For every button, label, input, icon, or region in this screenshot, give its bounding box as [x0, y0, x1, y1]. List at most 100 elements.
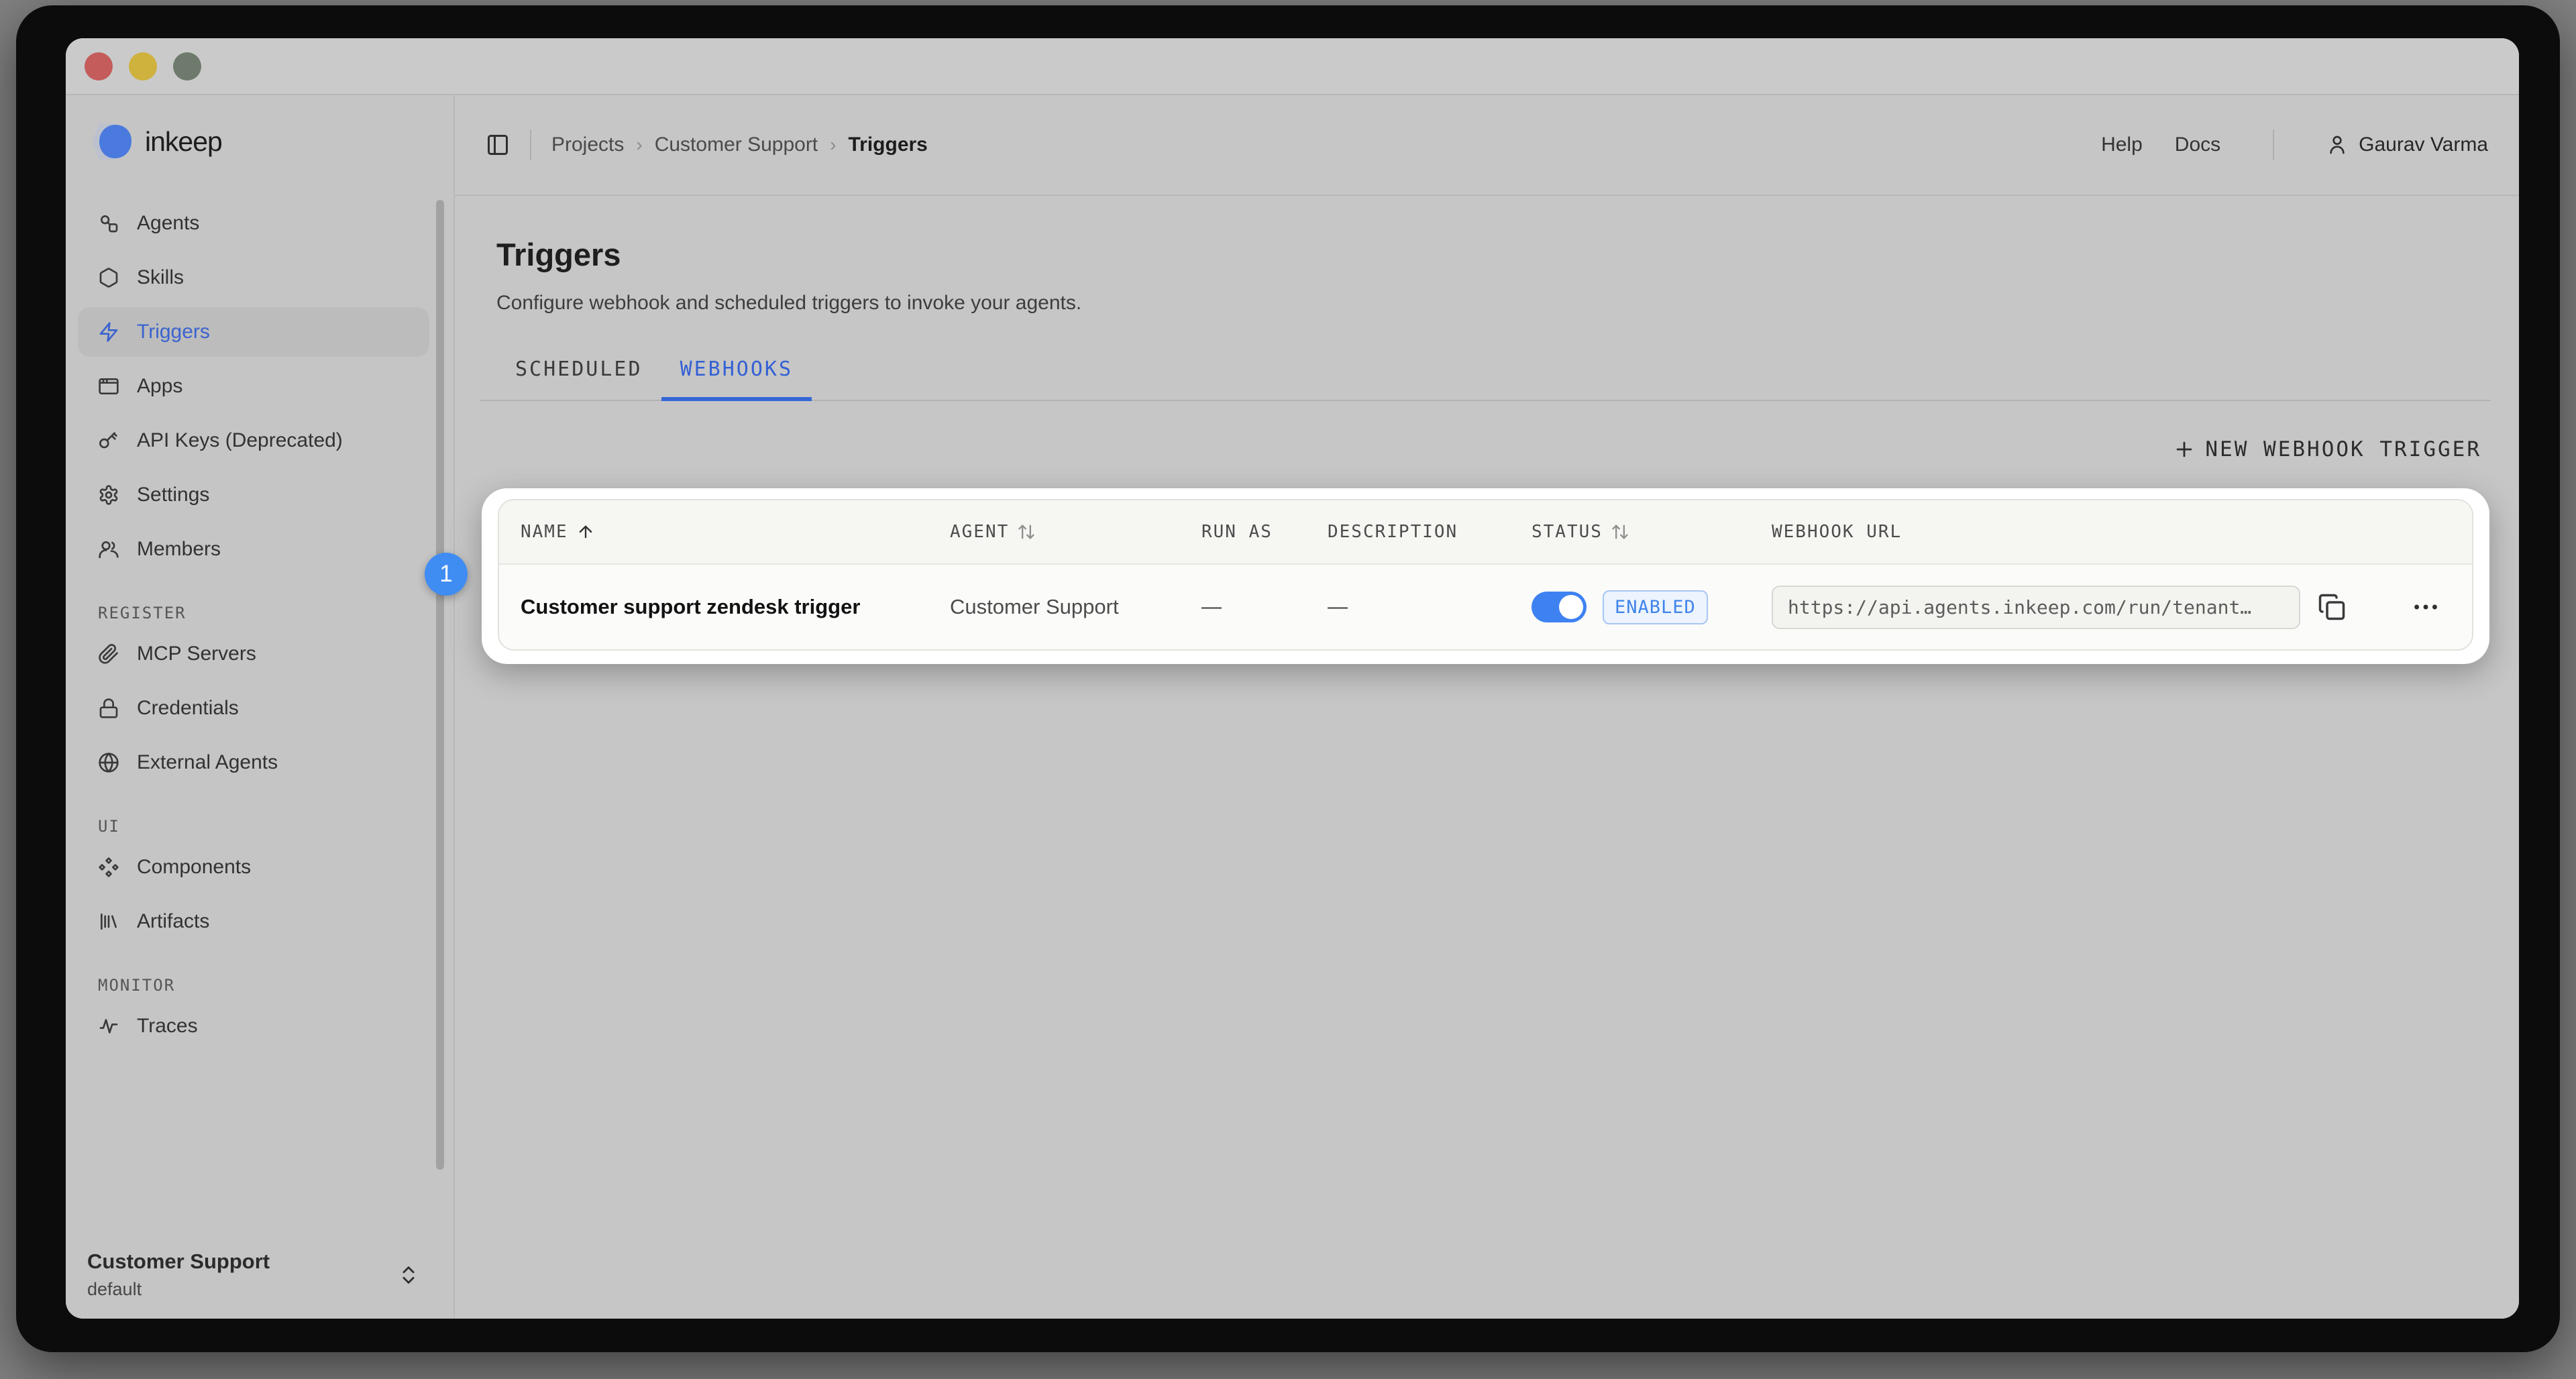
sidebar-item-traces[interactable]: Traces — [78, 1001, 429, 1051]
webhook-url-field[interactable]: https://api.agents.inkeep.com/run/tenant… — [1772, 586, 2300, 629]
trigger-description: — — [1328, 596, 1532, 618]
apps-icon — [98, 376, 119, 397]
agents-icon — [98, 213, 119, 234]
sidebar-item-label: Traces — [137, 1015, 198, 1038]
sidebar-item-mcp-servers[interactable]: MCP Servers — [78, 629, 429, 679]
sidebar-item-label: MCP Servers — [137, 643, 256, 665]
table-row[interactable]: Customer support zendesk trigger Custome… — [499, 565, 2472, 649]
sidebar-item-credentials[interactable]: Credentials — [78, 683, 429, 733]
sidebar-item-label: Artifacts — [137, 910, 209, 933]
mcp-icon — [98, 643, 119, 665]
sidebar-item-label: Triggers — [137, 321, 210, 343]
sort-ascending-icon — [576, 522, 595, 541]
inkeep-logo-icon — [87, 121, 134, 162]
sidebar-item-components[interactable]: Components — [78, 842, 429, 892]
sidebar-scrollbar[interactable] — [436, 200, 444, 1170]
user-menu[interactable]: Gaurav Varma — [2326, 133, 2488, 156]
header-divider — [530, 129, 531, 160]
inkeep-logo[interactable]: inkeep — [66, 121, 453, 162]
tab-webhooks[interactable]: WEBHOOKS — [661, 357, 812, 401]
breadcrumb-current: Triggers — [848, 133, 927, 156]
sidebar-item-label: Settings — [137, 484, 209, 506]
top-header: Projects › Customer Support › Triggers H… — [455, 95, 2519, 196]
webhooks-table: NAME AGENT — [498, 499, 2473, 651]
sidebar-item-label: Apps — [137, 375, 182, 398]
logo-wordmark: inkeep — [145, 126, 222, 158]
user-name: Gaurav Varma — [2359, 133, 2488, 156]
components-icon — [98, 857, 119, 878]
sidebar-item-skills[interactable]: Skills — [78, 253, 429, 302]
page-title: Triggers — [496, 236, 2491, 273]
project-environment: default — [87, 1279, 270, 1300]
sidebar-item-api-keys[interactable]: API Keys (Deprecated) — [78, 416, 429, 465]
webhooks-table-card: 1 NAME — [482, 488, 2489, 664]
column-header-name[interactable]: NAME — [521, 522, 950, 542]
project-name: Customer Support — [87, 1250, 270, 1274]
minimize-button[interactable] — [129, 52, 157, 80]
chevrons-up-down-icon — [397, 1264, 420, 1286]
sidebar-item-agents[interactable]: Agents — [78, 199, 429, 248]
sidebar-item-label: Credentials — [137, 697, 239, 720]
column-header-status[interactable]: STATUS — [1532, 522, 1772, 542]
skills-icon — [98, 267, 119, 288]
header-divider — [2273, 129, 2274, 160]
sidebar-item-label: Agents — [137, 212, 199, 235]
sort-icon — [1017, 522, 1036, 541]
page-body: Triggers Configure webhook and scheduled… — [455, 196, 2519, 1319]
tab-scheduled[interactable]: SCHEDULED — [496, 357, 661, 401]
sidebar-item-label: Components — [137, 856, 251, 879]
sidebar-nav: Agents Skills Triggers — [66, 199, 453, 1051]
table-header-row: NAME AGENT — [499, 500, 2472, 565]
section-label-ui: UI — [98, 817, 453, 836]
sidebar-item-members[interactable]: Members — [78, 525, 429, 574]
maximize-button[interactable] — [173, 52, 201, 80]
breadcrumb: Projects › Customer Support › Triggers — [551, 133, 928, 156]
status-badge: ENABLED — [1603, 590, 1708, 624]
breadcrumb-separator: › — [830, 134, 836, 156]
sidebar-item-label: Skills — [137, 266, 184, 289]
project-switcher[interactable]: Customer Support default — [87, 1250, 420, 1300]
sidebar-item-triggers[interactable]: Triggers — [78, 307, 429, 357]
section-label-monitor: MONITOR — [98, 976, 453, 995]
sidebar-item-label: External Agents — [137, 751, 278, 774]
globe-icon — [98, 752, 119, 773]
help-link[interactable]: Help — [2101, 133, 2143, 156]
new-webhook-trigger-label: NEW WEBHOOK TRIGGER — [2205, 437, 2481, 461]
members-icon — [98, 539, 119, 560]
sidebar-item-artifacts[interactable]: Artifacts — [78, 897, 429, 946]
page-subtitle: Configure webhook and scheduled triggers… — [496, 292, 2491, 315]
key-icon — [98, 430, 119, 451]
titlebar — [66, 38, 2519, 95]
plus-icon — [2173, 438, 2196, 461]
app-window: inkeep Agents Skills — [66, 38, 2519, 1319]
traces-icon — [98, 1015, 119, 1037]
sidebar-item-label: API Keys (Deprecated) — [137, 429, 343, 452]
close-button[interactable] — [85, 52, 113, 80]
status-toggle[interactable] — [1532, 592, 1587, 622]
column-header-agent[interactable]: AGENT — [950, 522, 1201, 542]
sidebar-item-label: Members — [137, 538, 221, 561]
spotlight-highlight: NAME AGENT — [482, 488, 2489, 664]
breadcrumb-projects[interactable]: Projects — [551, 133, 624, 156]
sidebar-item-settings[interactable]: Settings — [78, 470, 429, 520]
trigger-run-as: — — [1201, 596, 1328, 618]
trigger-name: Customer support zendesk trigger — [521, 595, 950, 619]
main-area: Projects › Customer Support › Triggers H… — [455, 95, 2519, 1319]
breadcrumb-project[interactable]: Customer Support — [655, 133, 818, 156]
new-webhook-trigger-button[interactable]: NEW WEBHOOK TRIGGER — [2173, 437, 2481, 461]
copy-icon[interactable] — [2318, 593, 2346, 621]
column-header-webhook-url: WEBHOOK URL — [1772, 522, 2472, 542]
trigger-agent: Customer Support — [950, 595, 1201, 619]
tab-bar: SCHEDULED WEBHOOKS — [480, 357, 2491, 401]
sort-icon — [1611, 522, 1629, 541]
row-actions-menu[interactable] — [2410, 592, 2441, 622]
toggle-knob — [1559, 595, 1583, 619]
sidebar-toggle-icon[interactable] — [486, 133, 510, 157]
window-frame: inkeep Agents Skills — [16, 5, 2560, 1352]
sidebar-item-external-agents[interactable]: External Agents — [78, 738, 429, 787]
breadcrumb-separator: › — [636, 134, 642, 156]
section-label-register: REGISTER — [98, 604, 453, 622]
column-header-run-as: RUN AS — [1201, 522, 1328, 542]
sidebar-item-apps[interactable]: Apps — [78, 362, 429, 411]
docs-link[interactable]: Docs — [2175, 133, 2220, 156]
